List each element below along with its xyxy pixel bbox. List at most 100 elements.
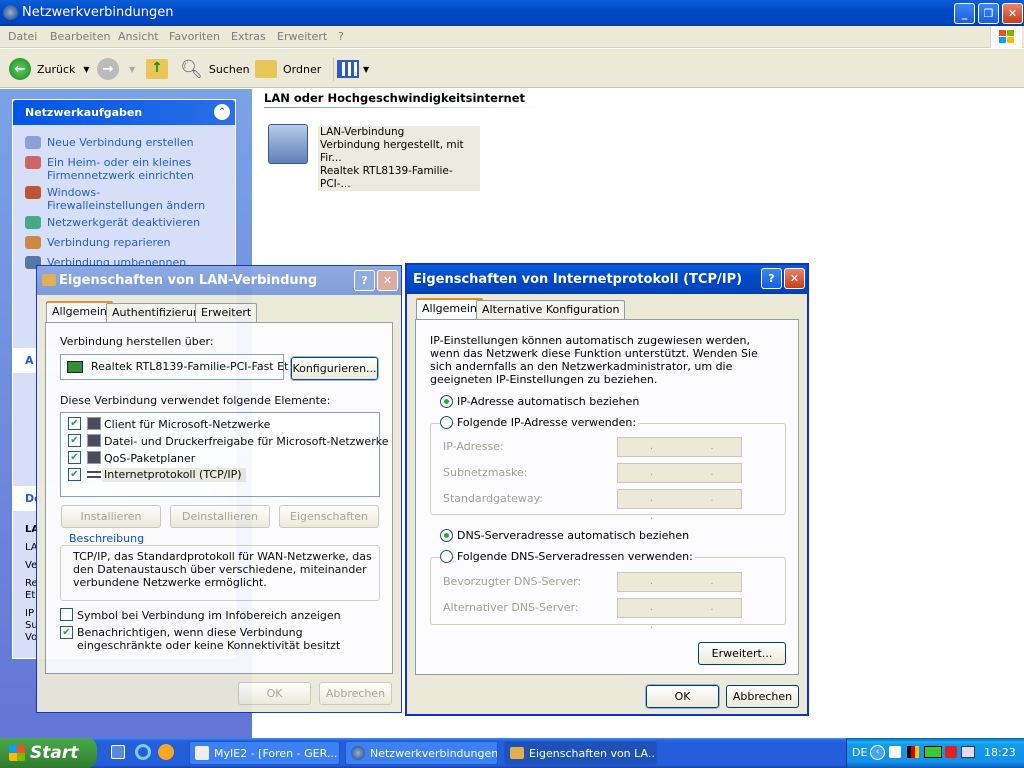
network-icon (351, 746, 365, 760)
dropdown-arrow-icon[interactable]: ▼ (129, 65, 135, 74)
connect-using-label: Verbindung herstellen über: (60, 335, 214, 348)
show-desktop-icon[interactable] (111, 745, 125, 759)
start-button[interactable]: Start (0, 738, 97, 768)
menu-favorites[interactable]: Favoriten (169, 30, 220, 43)
install-button[interactable]: Installieren (61, 505, 161, 528)
tray-flag-icon[interactable] (907, 746, 919, 758)
subnet-field[interactable]: . . . (617, 463, 742, 496)
task-label: Verbindung reparieren (47, 236, 171, 249)
dns-preferred-field[interactable]: . . . (617, 572, 742, 605)
lan-connection-item[interactable]: LAN-Verbindung Verbindung hergestellt, m… (268, 122, 480, 191)
network-icon (3, 5, 18, 20)
up-folder-button[interactable]: ↑ (146, 57, 168, 81)
menu-bar: Datei Bearbeiten Ansicht Favoriten Extra… (0, 26, 1024, 48)
close-button[interactable]: ✕ (1002, 3, 1023, 24)
show-icon-label: Symbol bei Verbindung im Infobereich anz… (77, 609, 341, 622)
folders-button[interactable]: Ordner (255, 57, 321, 81)
help-button[interactable]: ? (761, 268, 782, 289)
menu-edit[interactable]: Bearbeiten (50, 30, 110, 43)
ip-auto-radio[interactable] (440, 395, 453, 408)
search-button[interactable]: 🔍︎ Suchen (180, 57, 250, 81)
list-item[interactable]: ✔ Client für Microsoft-Netzwerke (61, 416, 379, 432)
menu-view[interactable]: Ansicht (118, 30, 159, 43)
collapse-icon[interactable]: ⌃ (214, 104, 230, 120)
taskbar-item-lan-properties[interactable]: Eigenschaften von LA... (504, 741, 657, 765)
tab-general[interactable]: Allgemein (46, 301, 113, 323)
tray-expand-icon[interactable]: ‹ (870, 745, 885, 760)
tab-general[interactable]: Allgemein (416, 298, 483, 320)
configure-button[interactable]: Konfigurieren... (290, 356, 379, 381)
connection-status: Verbindung hergestellt, mit Fir... (320, 139, 464, 164)
language-indicator[interactable]: DE (852, 746, 867, 759)
forward-button[interactable]: → ▼ (97, 57, 135, 81)
component-checkbox[interactable]: ✔ (68, 451, 81, 464)
ok-button[interactable]: OK (238, 682, 311, 705)
menu-help[interactable]: ? (338, 30, 344, 43)
menu-tools[interactable]: Extras (231, 30, 266, 43)
taskbar-item-label: Eigenschaften von LA... (529, 747, 657, 760)
dns-auto-label: DNS-Serveradresse automatisch beziehen (457, 529, 690, 542)
maximize-button[interactable]: ❐ (978, 3, 999, 24)
task-label: Netzwerkgerät deaktivieren (47, 216, 201, 229)
minimize-button[interactable]: _ (954, 3, 975, 24)
task-firewall[interactable]: Windows-Firewalleinstellungen ändern (25, 186, 215, 212)
notify-checkbox[interactable]: ✔ (60, 626, 73, 639)
dropdown-arrow-icon[interactable]: ▼ (83, 65, 89, 74)
component-checkbox[interactable]: ✔ (68, 417, 81, 430)
uninstall-button[interactable]: Deinstallieren (170, 505, 270, 528)
general-tab-panel: Verbindung herstellen über: Realtek RTL8… (45, 322, 393, 674)
task-repair[interactable]: Verbindung reparieren (25, 236, 171, 249)
list-item[interactable]: ✔ QoS-Paketplaner (61, 450, 379, 466)
properties-button[interactable]: Eigenschaften (279, 505, 379, 528)
tray-network-icon[interactable] (924, 746, 942, 758)
task-home-network[interactable]: Ein Heim- oder ein kleines Firmennetzwer… (25, 156, 195, 182)
task-disable-device[interactable]: Netzwerkgerät deaktivieren (25, 216, 200, 229)
gateway-field[interactable]: . . . (617, 489, 742, 522)
tab-alternate-config[interactable]: Alternative Konfiguration (476, 300, 626, 320)
repair-icon (25, 236, 41, 249)
dns-preferred-label: Bevorzugter DNS-Server: (443, 575, 582, 588)
task-new-connection[interactable]: Neue Verbindung erstellen (25, 136, 194, 149)
dns-manual-label: Folgende DNS-Serveradressen verwenden: (455, 550, 695, 563)
task-label: Neue Verbindung erstellen (47, 136, 194, 149)
views-button[interactable]: ▼ (333, 57, 369, 81)
ip-address-field[interactable]: . . . (617, 437, 742, 470)
cancel-button[interactable]: Abbrechen (319, 682, 392, 705)
tray-app-icon[interactable] (889, 746, 901, 758)
window-title: Netzwerkverbindungen (0, 0, 1024, 26)
taskbar-item-network-connections[interactable]: Netzwerkverbindungen (345, 741, 498, 765)
close-button[interactable]: ✕ (377, 270, 398, 291)
ip-manual-radio[interactable] (440, 416, 453, 429)
lan-properties-icon (510, 747, 524, 759)
cancel-button[interactable]: Abbrechen (726, 685, 799, 708)
tray-antivirus-icon[interactable] (945, 746, 957, 758)
advanced-button[interactable]: Erweitert... (698, 642, 786, 665)
dns-auto-radio[interactable] (440, 529, 453, 542)
menu-advanced[interactable]: Erweitert (277, 30, 327, 43)
group-header-divider (264, 107, 544, 108)
component-checkbox[interactable]: ✔ (68, 468, 81, 481)
dropdown-arrow-icon[interactable]: ▼ (363, 65, 369, 74)
list-item[interactable]: ✔ Internetprotokoll (TCP/IP) (61, 467, 379, 483)
components-list[interactable]: ✔ Client für Microsoft-Netzwerke ✔ Datei… (60, 412, 388, 497)
clock[interactable]: 18:23 (984, 746, 1016, 759)
tcpip-properties-dialog: Eigenschaften von Internetprotokoll (TCP… (405, 263, 809, 716)
toolbar: ← Zurück ▼ → ▼ ↑ 🔍︎ Suchen Ordner ▼ (0, 49, 1024, 88)
dns-manual-radio[interactable] (440, 550, 453, 563)
tray-volume-icon[interactable] (961, 746, 975, 758)
dns-alternate-field[interactable]: . . . (617, 598, 742, 631)
menu-file[interactable]: Datei (8, 30, 37, 43)
list-item[interactable]: ✔ Datei- und Druckerfreigabe für Microso… (61, 433, 388, 449)
back-button[interactable]: ← Zurück ▼ (9, 57, 90, 81)
ok-button[interactable]: OK (645, 684, 720, 709)
description-title: Beschreibung (67, 532, 147, 545)
taskbar-item-myie2[interactable]: MyIE2 - [Foren - GER... (189, 741, 340, 765)
show-icon-checkbox[interactable] (60, 608, 73, 621)
component-checkbox[interactable]: ✔ (68, 434, 81, 447)
tab-advanced[interactable]: Erweitert (195, 303, 258, 323)
media-player-icon[interactable] (158, 744, 174, 760)
panel-header[interactable]: Netzwerkaufgaben ⌃ (13, 100, 235, 125)
close-button[interactable]: ✕ (784, 268, 805, 289)
ie-icon[interactable] (135, 744, 151, 760)
help-button[interactable]: ? (354, 270, 375, 291)
